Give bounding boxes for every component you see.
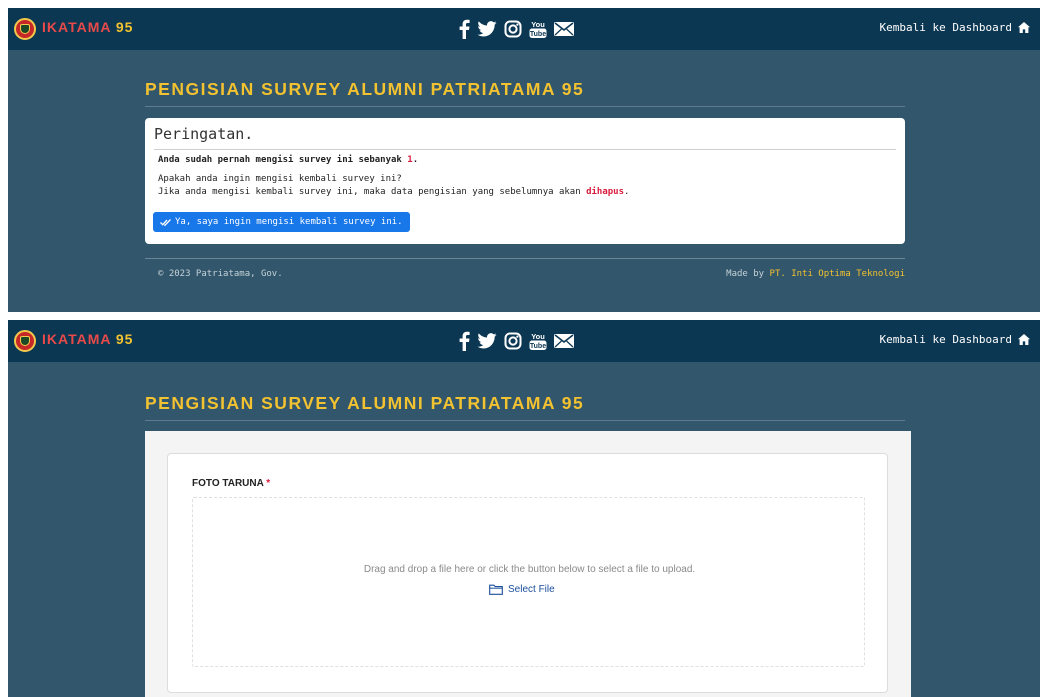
required-mark: * xyxy=(266,478,271,489)
file-dropzone[interactable]: Drag and drop a file here or click the b… xyxy=(192,497,865,667)
brand-name[interactable]: IKATAMA 95 xyxy=(42,19,133,35)
warning-count-suffix: . xyxy=(412,155,419,165)
made-by-company-link[interactable]: PT. Inti Optima Teknologi xyxy=(770,269,905,279)
youtube-icon[interactable]: You Tube xyxy=(529,331,547,351)
top-navbar: IKATAMA 95 You Tube Kembali ke Dashboard xyxy=(8,8,1040,50)
youtube-icon[interactable]: You Tube xyxy=(529,19,547,39)
select-file-button[interactable]: Select File xyxy=(489,584,555,595)
confirm-refill-button[interactable]: Ya, saya ingin mengisi kembali survey in… xyxy=(153,212,410,232)
home-icon xyxy=(1018,22,1030,33)
brand-text: IKATAMA xyxy=(42,19,111,35)
warning-count-prefix: Anda sudah pernah mengisi survey ini seb… xyxy=(158,155,402,165)
title-divider xyxy=(145,420,905,421)
top-navbar: IKATAMA 95 You Tube Kembali ke Dashboard xyxy=(8,320,1040,362)
folder-icon xyxy=(489,584,503,595)
survey-form-container: FOTO TARUNA * Drag and drop a file here … xyxy=(145,431,911,697)
mail-icon[interactable] xyxy=(554,22,574,36)
dropzone-instructions: Drag and drop a file here or click the b… xyxy=(363,564,696,575)
footer-divider xyxy=(145,258,905,259)
facebook-icon[interactable] xyxy=(458,19,470,39)
facebook-icon[interactable] xyxy=(458,331,470,351)
brand-text: IKATAMA xyxy=(42,331,111,347)
warning-count-text: Anda sudah pernah mengisi survey ini seb… xyxy=(158,155,418,165)
made-by-label: Made by xyxy=(726,269,765,279)
warning-note-suffix: . xyxy=(624,187,630,197)
survey-upload-screen: IKATAMA 95 You Tube Kembali ke Dashboard … xyxy=(8,320,1040,697)
survey-warning-screen: IKATAMA 95 You Tube Kembali ke Dashboard … xyxy=(8,8,1040,312)
foto-taruna-label: FOTO TARUNA * xyxy=(192,478,270,489)
page-title: PENGISIAN SURVEY ALUMNI PATRIATAMA 95 xyxy=(145,79,585,99)
twitter-icon[interactable] xyxy=(477,21,497,37)
svg-text:Tube: Tube xyxy=(530,31,546,38)
confirm-refill-label: Ya, saya ingin mengisi kembali survey in… xyxy=(175,217,403,227)
brand-number: 95 xyxy=(115,19,134,35)
title-divider xyxy=(145,106,905,107)
svg-text:Tube: Tube xyxy=(530,343,546,350)
brand-number: 95 xyxy=(115,331,134,347)
mail-icon[interactable] xyxy=(554,334,574,348)
instagram-icon[interactable] xyxy=(504,20,522,38)
brand-name[interactable]: IKATAMA 95 xyxy=(42,331,133,347)
foto-taruna-label-text: FOTO TARUNA xyxy=(192,478,264,489)
double-check-icon xyxy=(160,218,171,226)
warning-divider xyxy=(154,149,896,150)
ikatama-logo-icon[interactable] xyxy=(14,330,36,352)
ikatama-logo-icon[interactable] xyxy=(14,18,36,40)
social-links: You Tube xyxy=(458,330,574,352)
dashboard-link-label: Kembali ke Dashboard xyxy=(879,333,1012,346)
dashboard-link[interactable]: Kembali ke Dashboard xyxy=(880,21,1030,34)
warning-question: Apakah anda ingin mengisi kembali survey… xyxy=(158,174,402,184)
warning-note: Jika anda mengisi kembali survey ini, ma… xyxy=(158,187,629,197)
svg-text:You: You xyxy=(531,20,545,29)
home-icon xyxy=(1018,334,1030,345)
copyright-text: © 2023 Patriatama, Gov. xyxy=(158,269,283,279)
social-links: You Tube xyxy=(458,18,574,40)
upload-question-card: FOTO TARUNA * Drag and drop a file here … xyxy=(167,453,888,693)
warning-note-emphasis: dihapus xyxy=(586,187,624,197)
dashboard-link-label: Kembali ke Dashboard xyxy=(879,21,1012,34)
warning-note-prefix: Jika anda mengisi kembali survey ini, ma… xyxy=(158,187,581,197)
select-file-label: Select File xyxy=(508,584,555,595)
warning-title: Peringatan. xyxy=(154,125,254,143)
svg-text:You: You xyxy=(531,332,545,341)
dashboard-link[interactable]: Kembali ke Dashboard xyxy=(880,333,1030,346)
instagram-icon[interactable] xyxy=(504,332,522,350)
twitter-icon[interactable] xyxy=(477,333,497,349)
page-title: PENGISIAN SURVEY ALUMNI PATRIATAMA 95 xyxy=(145,393,585,413)
made-by-text: Made by PT. Inti Optima Teknologi xyxy=(726,269,905,279)
warning-card: Peringatan. Anda sudah pernah mengisi su… xyxy=(145,118,905,244)
